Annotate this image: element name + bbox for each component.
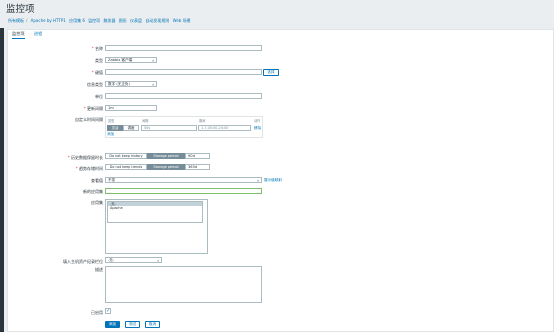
tab-preprocessing[interactable]: 进程 [34, 31, 42, 37]
key-select-button[interactable]: 选择 [263, 69, 279, 76]
seg-scheduling[interactable]: 调度 [123, 125, 139, 131]
type-select[interactable]: Zabbix 客户端 ▾ [105, 57, 157, 63]
interval-input[interactable]: 1m [105, 105, 157, 111]
history-no-keep[interactable]: Do not keep history [105, 153, 147, 159]
add-interval-link[interactable]: 添加 [107, 132, 114, 137]
form-tabs: 监控项 进程 [12, 31, 50, 39]
history-storage-period[interactable]: Storage period [147, 153, 185, 159]
name-label: * 名称 [91, 46, 103, 51]
breadcrumb-graphs[interactable]: 图形 [119, 18, 127, 24]
valuemap-label: 查看值 [91, 178, 103, 183]
breadcrumb-discovery[interactable]: 自动发现规则 [145, 18, 169, 24]
seg-flexible[interactable]: 灵活 [107, 125, 123, 131]
breadcrumb-items[interactable]: 监控项 [88, 18, 100, 24]
history-input[interactable]: 90d [185, 153, 210, 159]
name-input[interactable] [105, 45, 262, 51]
sidebar-strip [0, 0, 4, 332]
trends-label: * 趋势存储时间 [75, 166, 103, 171]
enabled-label: 已启用 [91, 310, 103, 315]
interval-label: * 更新间隔 [83, 106, 103, 111]
units-label: 单位 [95, 94, 103, 99]
breadcrumb-triggers[interactable]: 触发器 [103, 18, 115, 24]
type-label: 类型 [95, 58, 103, 63]
trends-input[interactable]: 365d [185, 164, 210, 170]
units-input[interactable] [105, 93, 262, 99]
breadcrumb-template[interactable]: Apache by HTTP1 [31, 18, 66, 23]
populate-select[interactable]: -无- ▾ [105, 257, 162, 263]
test-button[interactable]: 测试 [125, 321, 140, 328]
col-action-header: 动作 [254, 119, 261, 123]
key-label: * 键值 [91, 70, 103, 75]
breadcrumb-web[interactable]: Web 场景 [173, 18, 191, 24]
custom-intervals-label: 自定义时间间隔 [75, 117, 103, 122]
remove-interval-link[interactable]: 移除 [254, 126, 261, 131]
col-period-header: 期间 [199, 119, 206, 123]
breadcrumb-all-templates[interactable]: 所有模板 [8, 18, 24, 24]
new-app-label: 新的应用集 [83, 189, 103, 194]
add-button[interactable]: 添加 [105, 321, 120, 328]
history-label: * 历史数据保留时长 [67, 155, 103, 160]
valuemap-select[interactable]: 不变 ▾ [105, 177, 262, 183]
breadcrumb: 所有模板 / Apache by HTTP1 应用集 6 监控项 触发器 图形 仪… [8, 18, 191, 24]
page-title: 监控项 [6, 4, 35, 15]
valuemap-link[interactable]: 展示值映射 [264, 178, 282, 183]
description-textarea[interactable] [105, 266, 262, 303]
description-label: 描述 [95, 267, 103, 272]
new-app-input[interactable] [105, 188, 262, 194]
info-type-label: 信息类型 [87, 82, 103, 87]
apps-option-apache[interactable]: Apache [108, 206, 202, 210]
chevron-down-icon: ▾ [152, 83, 154, 87]
cancel-button[interactable]: 取消 [145, 321, 160, 328]
col-type-header: 类型 [108, 119, 115, 123]
custom-period-input[interactable]: 1-7,00:00-24:00 [198, 125, 251, 131]
trends-no-keep[interactable]: Do not keep trends [105, 164, 147, 170]
breadcrumb-dashboards[interactable]: 仪表盘 [130, 18, 142, 24]
apps-listbox[interactable]: -无- Apache [107, 201, 203, 223]
chevron-down-icon: ▾ [157, 259, 159, 263]
trends-storage-period[interactable]: Storage period [147, 164, 185, 170]
chevron-down-icon: ▾ [152, 59, 154, 63]
populate-label: 填入主机资产纪录栏位 [63, 259, 103, 264]
col-interval-header: 间隔 [142, 119, 149, 123]
custom-interval-input[interactable]: 50s [141, 125, 197, 131]
enabled-checkbox[interactable]: ✓ [105, 308, 111, 314]
breadcrumb-applications[interactable]: 应用集 6 [69, 18, 85, 24]
info-type-select[interactable]: 数字 (无正负) ▾ [105, 81, 157, 87]
apps-label: 应用集 [91, 200, 103, 205]
key-input[interactable] [105, 69, 262, 75]
tab-item[interactable]: 监控项 [12, 31, 25, 39]
chevron-down-icon: ▾ [257, 179, 259, 183]
